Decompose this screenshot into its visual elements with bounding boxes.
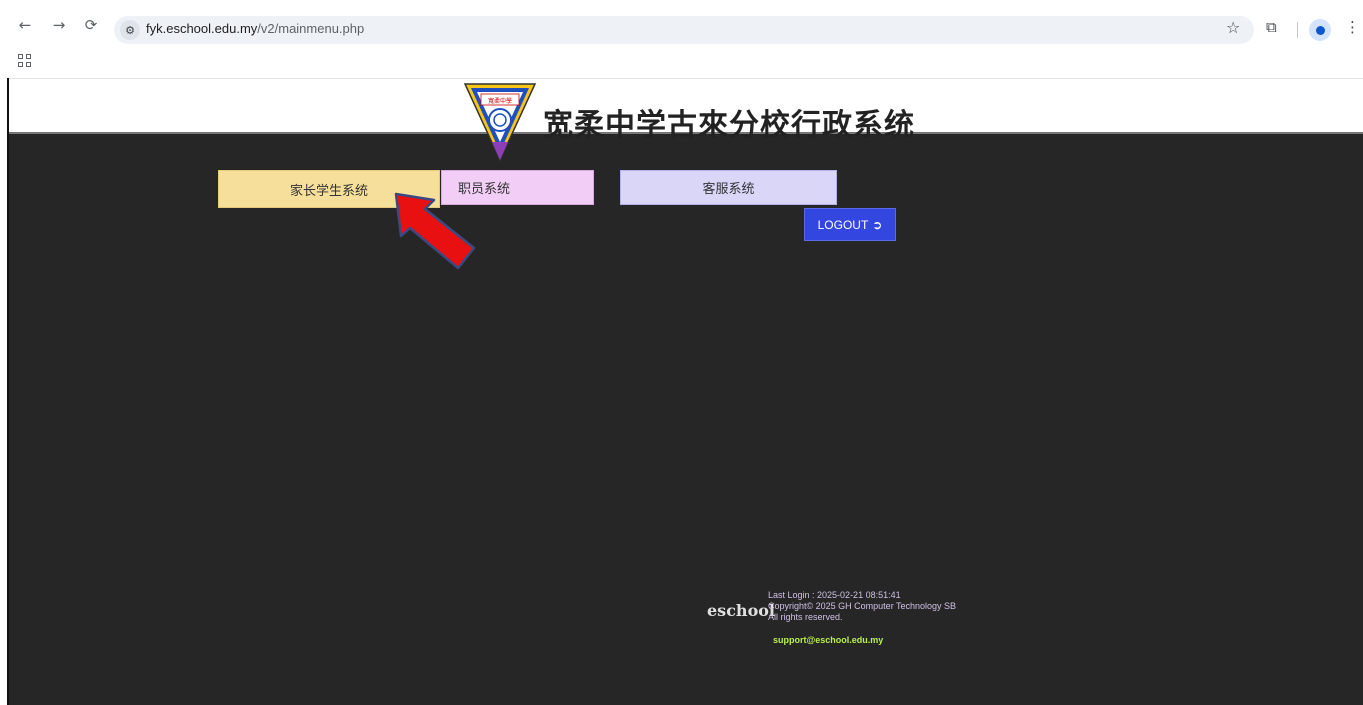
main-content bbox=[9, 134, 1363, 705]
window-frame bbox=[0, 0, 9, 705]
school-logo: 寬柔中學 bbox=[463, 83, 537, 162]
customer-service-system-button[interactable]: 客服系统 bbox=[620, 170, 837, 205]
url-text[interactable]: fyk.eschool.edu.my/v2/mainmenu.php bbox=[146, 21, 364, 36]
copyright-text: Copyright© 2025 GH Computer Technology S… bbox=[768, 601, 957, 611]
bookmark-star-icon[interactable]: ☆ bbox=[1226, 18, 1240, 37]
more-menu-icon[interactable]: ⋮ bbox=[1345, 18, 1360, 36]
apps-grid-icon[interactable] bbox=[18, 54, 31, 67]
back-icon[interactable]: ← bbox=[14, 14, 36, 36]
logout-label: LOGOUT bbox=[817, 217, 869, 232]
eschool-logo: eschool bbox=[707, 601, 775, 620]
last-login-text: Last Login : 2025-02-21 08:51:41 bbox=[768, 590, 901, 600]
url-path: /v2/mainmenu.php bbox=[257, 21, 365, 36]
support-email-link[interactable]: support@eschool.edu.my bbox=[773, 635, 883, 645]
url-host: fyk.eschool.edu.my bbox=[146, 21, 258, 36]
toolbar-divider bbox=[1297, 22, 1298, 38]
browser-toolbar: ← → ⟳ ⚙ fyk.eschool.edu.my/v2/mainmenu.p… bbox=[0, 0, 1363, 46]
reload-icon[interactable]: ⟳ bbox=[80, 14, 102, 36]
logout-icon: ➲ bbox=[872, 217, 883, 232]
annotation-arrow-icon bbox=[394, 192, 476, 270]
site-info-icon[interactable]: ⚙ bbox=[120, 20, 140, 40]
profile-avatar-icon[interactable] bbox=[1309, 19, 1331, 41]
forward-icon[interactable]: → bbox=[48, 14, 70, 36]
extensions-icon[interactable]: ⧉ bbox=[1266, 18, 1277, 36]
page-title: 宽柔中学古來分校行政系统 bbox=[543, 108, 915, 143]
logout-button[interactable]: LOGOUT ➲ bbox=[804, 208, 896, 241]
rights-text: All rights reserved. bbox=[768, 612, 843, 622]
footer-info: Last Login : 2025-02-21 08:51:41 Copyrig… bbox=[768, 590, 956, 623]
logo-text: 寬柔中學 bbox=[488, 97, 512, 105]
